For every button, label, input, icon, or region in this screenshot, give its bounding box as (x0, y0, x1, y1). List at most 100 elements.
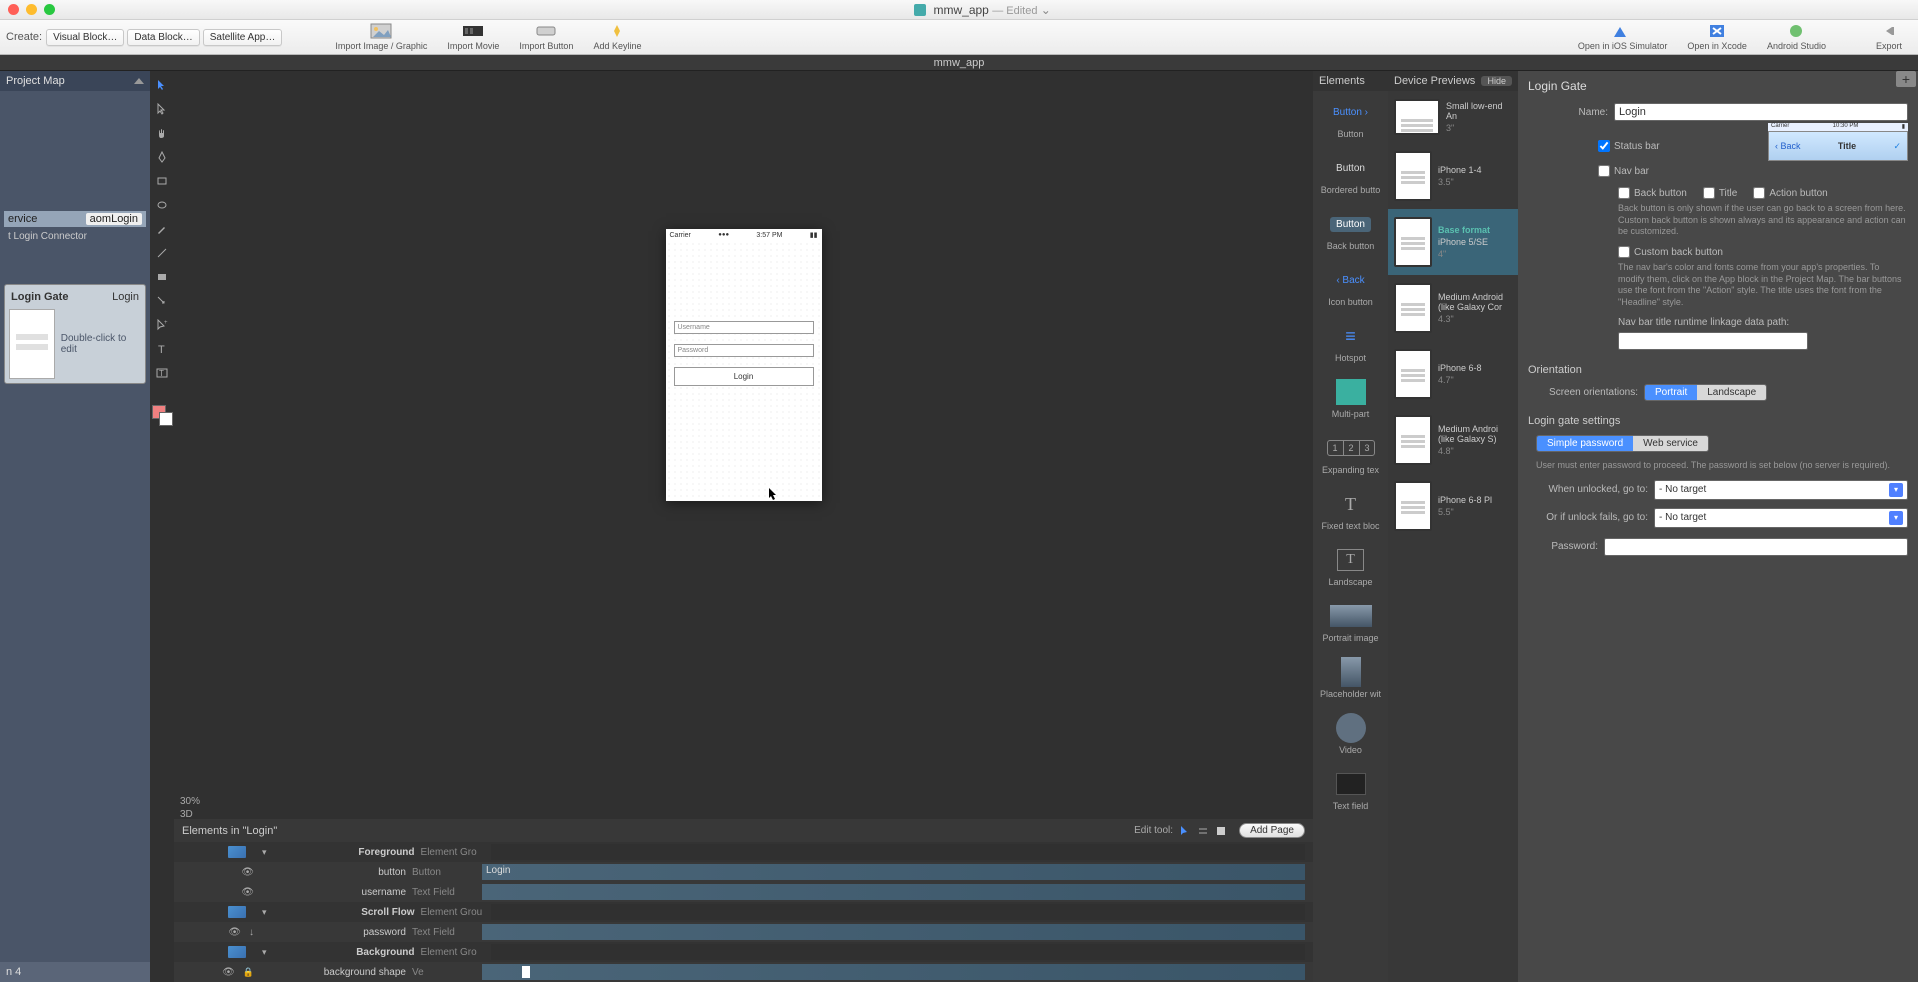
edit-scissors-icon[interactable] (1197, 825, 1209, 837)
pen-tool-icon[interactable] (154, 149, 170, 165)
pointer-tool-icon[interactable] (154, 77, 170, 93)
element-row[interactable]: ▾Scroll FlowElement Grou (174, 902, 1313, 922)
nav-path-input[interactable] (1618, 332, 1808, 350)
import-image-button[interactable]: Import Image / Graphic (335, 23, 427, 51)
action-button-checkbox[interactable] (1753, 187, 1765, 199)
landscape-segment[interactable]: Landscape (1697, 385, 1766, 400)
zoom-percent[interactable]: 30% (180, 796, 200, 807)
element-row[interactable]: ▾ForegroundElement Gro (174, 842, 1313, 862)
device-preview-item[interactable]: Small low-end An3" (1388, 91, 1518, 143)
timeline-track[interactable] (491, 904, 1305, 920)
create-data-block[interactable]: Data Block… (127, 29, 199, 46)
add-anchor-tool-icon[interactable]: + (154, 317, 170, 333)
orientation-segmented[interactable]: Portrait Landscape (1644, 384, 1767, 401)
arrow-down-icon[interactable]: ↓ (249, 927, 254, 938)
visibility-icon[interactable]: 👁 (241, 867, 254, 878)
palette-item[interactable]: TFixed text bloc (1313, 483, 1388, 539)
timeline-track[interactable] (482, 884, 1305, 900)
lock-icon[interactable]: 🔒 (243, 967, 254, 978)
edit-pointer-icon[interactable] (1179, 825, 1191, 837)
timeline-track[interactable] (482, 964, 1305, 980)
palette-item[interactable]: Button ›Button (1313, 91, 1388, 147)
phone-mockup[interactable]: Carrier●●● 3:57 PM ▮▮ Username Password … (666, 229, 822, 501)
zoom-window-icon[interactable] (44, 4, 55, 15)
portrait-segment[interactable]: Portrait (1645, 385, 1697, 400)
device-preview-item[interactable]: iPhone 6-8 Pl5.5" (1388, 473, 1518, 539)
element-row[interactable]: ▾BackgroundElement Gro (174, 942, 1313, 962)
element-row[interactable]: 👁🔒background shapeVe (174, 962, 1313, 982)
project-tab[interactable]: mmw_app (0, 55, 1918, 71)
ellipse-tool-icon[interactable] (154, 197, 170, 213)
import-button-button[interactable]: Import Button (519, 23, 573, 51)
simple-password-segment[interactable]: Simple password (1537, 436, 1633, 451)
canvas-viewport[interactable]: Carrier●●● 3:57 PM ▮▮ Username Password … (174, 71, 1313, 819)
textblock-tool-icon[interactable]: T (154, 365, 170, 381)
element-row[interactable]: 👁usernameText Field (174, 882, 1313, 902)
visibility-icon[interactable]: 👁 (241, 887, 254, 898)
palette-item[interactable]: Multi-part (1313, 371, 1388, 427)
disclosure-icon[interactable]: ▾ (262, 947, 267, 958)
name-input[interactable] (1614, 103, 1908, 121)
collapse-icon[interactable] (134, 78, 144, 84)
timeline-track[interactable]: Login (482, 864, 1305, 880)
login-mode-segmented[interactable]: Simple password Web service (1536, 435, 1709, 452)
minimize-window-icon[interactable] (26, 4, 37, 15)
open-xcode-button[interactable]: Open in Xcode (1687, 23, 1747, 51)
palette-item[interactable]: Portrait image (1313, 595, 1388, 651)
hand-tool-icon[interactable] (154, 125, 170, 141)
anchor-tool-icon[interactable] (154, 293, 170, 309)
login-gate-block[interactable]: Login Gate Login Double-click to edit (4, 284, 146, 384)
password-field-mock[interactable]: Password (674, 344, 814, 357)
page-thumbnail[interactable] (9, 309, 55, 379)
status-bar-checkbox[interactable] (1598, 140, 1610, 152)
palette-item[interactable]: Video (1313, 707, 1388, 763)
edit-x-icon[interactable] (1215, 825, 1227, 837)
nav-bar-checkbox[interactable] (1598, 165, 1610, 177)
color-swatches[interactable] (152, 405, 172, 425)
fail-target-dropdown[interactable]: - No target▾ (1654, 508, 1908, 528)
palette-item[interactable]: TLandscape (1313, 539, 1388, 595)
login-button-mock[interactable]: Login (674, 367, 814, 386)
create-satellite-app[interactable]: Satellite App… (203, 29, 283, 46)
disclosure-icon[interactable]: ▾ (262, 907, 267, 918)
create-visual-block[interactable]: Visual Block… (46, 29, 124, 46)
palette-item[interactable]: ‹ BackIcon button (1313, 259, 1388, 315)
add-keyline-button[interactable]: Add Keyline (593, 23, 641, 51)
service-block[interactable]: ervice aomLogin (4, 211, 146, 227)
palette-item[interactable]: Text field (1313, 763, 1388, 819)
palette-item[interactable]: ≡Hotspot (1313, 315, 1388, 371)
unlocked-target-dropdown[interactable]: - No target▾ (1654, 480, 1908, 500)
palette-item[interactable]: Placeholder wit (1313, 651, 1388, 707)
device-preview-item[interactable]: iPhone 6-84.7" (1388, 341, 1518, 407)
visibility-icon[interactable]: 👁 (222, 967, 235, 978)
palette-item[interactable]: 123Expanding tex (1313, 427, 1388, 483)
close-window-icon[interactable] (8, 4, 19, 15)
export-button[interactable]: Export (1876, 23, 1902, 51)
add-page-button[interactable]: Add Page (1239, 823, 1305, 838)
image-tool-icon[interactable] (154, 269, 170, 285)
element-row[interactable]: 👁↓passwordText Field (174, 922, 1313, 942)
disclosure-icon[interactable]: ▾ (262, 847, 267, 858)
password-input[interactable] (1604, 538, 1908, 556)
element-row[interactable]: 👁buttonButtonLogin (174, 862, 1313, 882)
pencil-tool-icon[interactable] (154, 221, 170, 237)
direct-select-tool-icon[interactable] (154, 101, 170, 117)
back-button-checkbox[interactable] (1618, 187, 1630, 199)
visibility-icon[interactable]: 👁 (228, 927, 241, 938)
3d-toggle[interactable]: 3D (180, 809, 200, 820)
android-studio-button[interactable]: Android Studio (1767, 23, 1826, 51)
device-preview-item[interactable]: Medium Androi (like Galaxy S)4.8" (1388, 407, 1518, 473)
palette-item[interactable]: ButtonBack button (1313, 203, 1388, 259)
timeline-track[interactable] (491, 944, 1305, 960)
custom-back-checkbox[interactable] (1618, 246, 1630, 258)
username-field-mock[interactable]: Username (674, 321, 814, 334)
hide-previews-button[interactable]: Hide (1481, 76, 1512, 86)
device-preview-item[interactable]: iPhone 1-43.5" (1388, 143, 1518, 209)
import-movie-button[interactable]: Import Movie (447, 23, 499, 51)
line-tool-icon[interactable] (154, 245, 170, 261)
text-tool-icon[interactable]: T (154, 341, 170, 357)
add-tab-button[interactable]: + (1896, 71, 1916, 87)
palette-item[interactable]: ButtonBordered butto (1313, 147, 1388, 203)
timeline-track[interactable] (482, 924, 1305, 940)
open-ios-simulator-button[interactable]: Open in iOS Simulator (1578, 23, 1668, 51)
